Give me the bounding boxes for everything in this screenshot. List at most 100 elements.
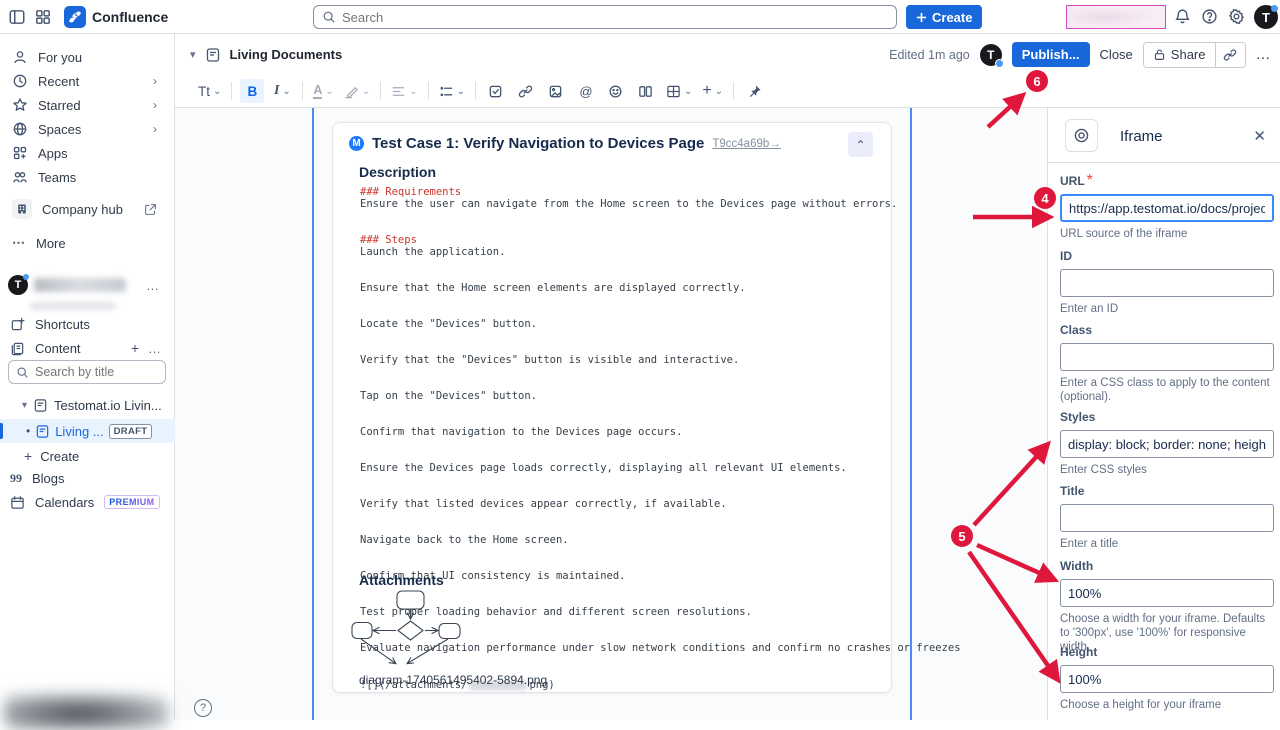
sidebar-item-recent[interactable]: Recent › — [0, 69, 175, 93]
chevron-down-icon[interactable]: ▾ — [190, 48, 196, 61]
brand-name: Confluence — [92, 9, 168, 25]
avatar-initial: T — [1262, 10, 1270, 25]
emoji-icon — [608, 84, 623, 99]
page-width-guide-right[interactable] — [910, 108, 912, 720]
share-button-group: Share — [1143, 42, 1246, 68]
mention-icon: @ — [579, 84, 592, 99]
plus-icon: + — [24, 448, 32, 464]
app-switcher-icon[interactable] — [34, 8, 52, 26]
company-hub-icon — [12, 199, 32, 219]
attachment-filename[interactable]: diagram-1740561495402-5894.png — [359, 673, 547, 687]
global-search-input[interactable] — [342, 10, 888, 25]
sidebar-item-content[interactable]: Content + … — [0, 336, 175, 360]
task-button[interactable] — [484, 79, 508, 103]
selected-indicator — [0, 423, 3, 439]
bold-label: B — [248, 84, 258, 99]
create-button[interactable]: Create — [906, 5, 982, 29]
editor-avatar-initial: T — [987, 48, 994, 62]
left-sidebar: For you Recent › Starred › Spaces › Apps… — [0, 34, 175, 720]
bold-button[interactable]: B — [240, 79, 264, 103]
tree-item-parent[interactable]: ▾ Testomat.io Livin... — [0, 393, 175, 417]
sidebar-item-spaces[interactable]: Spaces › — [0, 117, 175, 141]
global-search[interactable] — [313, 5, 897, 29]
page-icon — [205, 47, 221, 63]
blogs-icon: 99 — [10, 471, 22, 486]
breadcrumb[interactable]: Living Documents — [230, 47, 343, 62]
test-case-code-link[interactable]: T9cc4a69b→ — [712, 138, 780, 150]
confluence-logo-icon[interactable] — [64, 6, 86, 28]
doc-line: Ensure the user can navigate from the Ho… — [360, 198, 880, 210]
title-search[interactable] — [8, 360, 166, 384]
doc-line: Tap on the "Devices" button. — [360, 390, 880, 402]
settings-gear-icon[interactable] — [1228, 8, 1246, 26]
layout-button[interactable] — [634, 79, 658, 103]
title-input[interactable] — [1060, 504, 1274, 532]
avatar-status-dot — [1271, 5, 1278, 12]
chevron-down-icon: ⌄ — [282, 86, 290, 97]
sidebar-item-company-hub[interactable]: Company hub — [0, 197, 175, 221]
field-url: URL* URL source of the iframe — [1060, 172, 1274, 241]
user-avatar[interactable]: T — [1254, 5, 1278, 29]
class-input[interactable] — [1060, 343, 1274, 371]
sidebar-item-shortcuts[interactable]: Shortcuts — [0, 312, 175, 336]
sidebar-item-blogs[interactable]: 99 Blogs — [0, 466, 175, 490]
editor-avatar[interactable]: T — [980, 44, 1002, 66]
content-add-icon[interactable]: + — [131, 340, 139, 356]
space-more-icon[interactable]: … — [146, 278, 161, 293]
highlight-button[interactable]: ⌄ — [342, 79, 372, 103]
width-input[interactable] — [1060, 579, 1274, 607]
link-icon — [1223, 48, 1237, 62]
page-more-icon[interactable]: … — [1256, 46, 1273, 63]
height-input[interactable] — [1060, 665, 1274, 693]
insert-link-button[interactable] — [514, 79, 538, 103]
sidebar-item-teams[interactable]: Teams — [0, 165, 175, 189]
doc-line: ### Requirements — [360, 186, 880, 198]
pin-toolbar-button[interactable] — [742, 79, 766, 103]
publish-button[interactable]: Publish... — [1012, 42, 1090, 67]
insert-image-button[interactable] — [544, 79, 568, 103]
content-more-icon[interactable]: … — [148, 341, 163, 356]
collapse-card-button[interactable]: ⌃ — [848, 132, 873, 157]
sidebar-item-starred[interactable]: Starred › — [0, 93, 175, 117]
text-style-button[interactable]: Tt ⌄ — [196, 79, 223, 103]
attachment-diagram-image[interactable] — [349, 589, 481, 671]
tree-create-button[interactable]: + Create — [0, 445, 175, 467]
sidebar-item-more[interactable]: ⋯ More — [0, 231, 175, 255]
alignment-button[interactable]: ⌄ — [389, 79, 419, 103]
mention-button[interactable]: @ — [574, 79, 598, 103]
close-button[interactable]: Close — [1100, 47, 1133, 62]
copy-link-button[interactable] — [1215, 43, 1245, 67]
emoji-button[interactable] — [604, 79, 628, 103]
url-input[interactable] — [1060, 194, 1274, 222]
chevron-right-icon[interactable]: › — [153, 74, 157, 88]
italic-button[interactable]: I ⌄ — [270, 79, 294, 103]
teams-icon — [12, 169, 28, 185]
share-button-label: Share — [1171, 47, 1206, 62]
sidebar-item-apps[interactable]: Apps — [0, 141, 175, 165]
close-panel-icon[interactable]: ✕ — [1253, 127, 1266, 145]
sidebar-item-label: Teams — [38, 170, 76, 185]
table-button[interactable]: ⌄ — [664, 79, 694, 103]
panel-title: Iframe — [1120, 128, 1163, 145]
share-button[interactable]: Share — [1144, 43, 1215, 67]
text-color-button[interactable]: A ⌄ — [311, 79, 335, 103]
space-profile-row[interactable]: T … — [0, 273, 175, 297]
styles-input[interactable] — [1060, 430, 1274, 458]
id-input[interactable] — [1060, 269, 1274, 297]
chevron-right-icon[interactable]: › — [153, 98, 157, 112]
list-button[interactable]: ⌄ — [437, 79, 467, 103]
tree-item-selected[interactable]: • Living ... DRAFT — [0, 419, 175, 443]
help-icon[interactable] — [1201, 8, 1219, 26]
insert-more-button[interactable]: + ⌄ — [700, 79, 725, 103]
sidebar-item-calendars[interactable]: Calendars PREMIUM — [0, 490, 175, 514]
collapse-sidebar-icon[interactable] — [8, 8, 26, 26]
sidebar-item-for-you[interactable]: For you — [0, 45, 175, 69]
help-fab-icon[interactable]: ? — [194, 699, 212, 717]
chevron-right-icon[interactable]: › — [153, 122, 157, 136]
title-search-input[interactable] — [35, 365, 145, 379]
page-width-guide-left[interactable] — [312, 108, 314, 720]
notifications-icon[interactable] — [1174, 8, 1192, 26]
sidebar-item-label: Company hub — [42, 202, 123, 217]
chevron-down-icon[interactable]: ▾ — [22, 400, 27, 411]
field-label: URL — [1060, 174, 1085, 188]
